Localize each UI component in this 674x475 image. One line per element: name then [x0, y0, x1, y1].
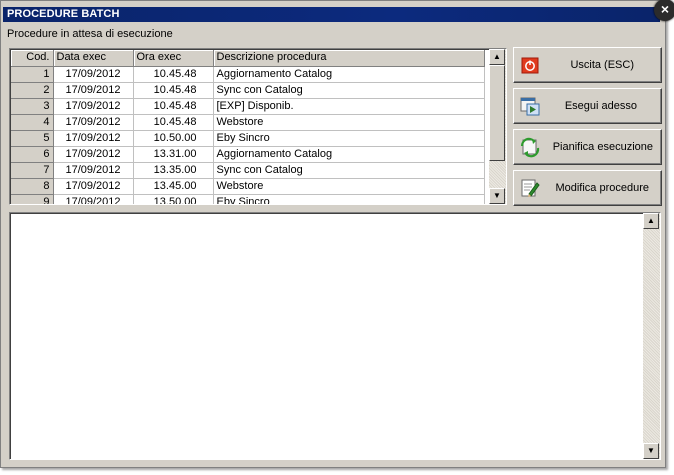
- log-scroll-down-icon[interactable]: ▼: [643, 443, 659, 459]
- cell-descrizione: Sync con Catalog: [213, 82, 485, 99]
- grid-row[interactable]: 4 17/09/2012 10.45.48 Webstore: [11, 114, 485, 131]
- grid-row[interactable]: 2 17/09/2012 10.45.48 Sync con Catalog: [11, 82, 485, 99]
- column-header-descrizione[interactable]: Descrizione procedura: [213, 50, 485, 67]
- cell-data-exec: 17/09/2012: [53, 114, 134, 131]
- procedures-grid[interactable]: Cod. Data exec Ora exec Descrizione proc…: [9, 48, 507, 205]
- cell-data-exec: 17/09/2012: [53, 130, 134, 147]
- column-header-cod[interactable]: Cod.: [11, 50, 54, 67]
- cell-data-exec: 17/09/2012: [53, 82, 134, 99]
- run-now-button[interactable]: Esegui adesso: [513, 88, 662, 124]
- cell-descrizione: Webstore: [213, 114, 485, 131]
- schedule-refresh-icon: [520, 137, 540, 158]
- cell-ora-exec: 10.45.48: [133, 98, 214, 115]
- column-header-ora-exec[interactable]: Ora exec: [133, 50, 214, 67]
- cell-data-exec: 17/09/2012: [53, 178, 134, 195]
- scroll-thumb[interactable]: [489, 65, 505, 161]
- cell-cod: 3: [11, 98, 54, 115]
- pending-procedures-label: Procedure in attesa di esecuzione: [7, 28, 173, 40]
- cell-descrizione: Webstore: [213, 178, 485, 195]
- cell-cod: 4: [11, 114, 54, 131]
- cell-ora-exec: 10.45.48: [133, 114, 214, 131]
- cell-data-exec: 17/09/2012: [53, 194, 134, 204]
- cell-ora-exec: 13.50.00: [133, 194, 214, 204]
- grid-vertical-scrollbar[interactable]: ▲ ▼: [489, 49, 506, 204]
- procedures-table: Cod. Data exec Ora exec Descrizione proc…: [11, 50, 485, 204]
- cell-data-exec: 17/09/2012: [53, 66, 134, 83]
- cell-descrizione: Sync con Catalog: [213, 162, 485, 179]
- cell-data-exec: 17/09/2012: [53, 146, 134, 163]
- cell-ora-exec: 13.35.00: [133, 162, 214, 179]
- cell-descrizione: Eby Sincro: [213, 130, 485, 147]
- cell-data-exec: 17/09/2012: [53, 162, 134, 179]
- cell-cod: 8: [11, 178, 54, 195]
- cell-ora-exec: 13.31.00: [133, 146, 214, 163]
- cell-ora-exec: 10.45.48: [133, 82, 214, 99]
- execution-log-textarea[interactable]: ▲ ▼: [9, 212, 661, 460]
- cell-cod: 9: [11, 194, 54, 204]
- exit-button[interactable]: Uscita (ESC): [513, 47, 662, 83]
- window-title: PROCEDURE BATCH: [3, 7, 660, 22]
- cell-cod: 2: [11, 82, 54, 99]
- grid-row[interactable]: 7 17/09/2012 13.35.00 Sync con Catalog: [11, 162, 485, 179]
- power-off-icon: [521, 57, 539, 74]
- schedule-button[interactable]: Pianifica esecuzione: [513, 129, 662, 165]
- run-now-button-label: Esegui adesso: [564, 100, 637, 112]
- close-icon[interactable]: ×: [654, 0, 674, 21]
- grid-row[interactable]: 5 17/09/2012 10.50.00 Eby Sincro: [11, 130, 485, 147]
- cell-descrizione: Aggiornamento Catalog: [213, 146, 485, 163]
- log-scroll-up-icon[interactable]: ▲: [643, 213, 659, 229]
- scroll-up-icon[interactable]: ▲: [489, 49, 505, 65]
- grid-row[interactable]: 1 17/09/2012 10.45.48 Aggiornamento Catalog: [11, 66, 485, 83]
- cell-data-exec: 17/09/2012: [53, 98, 134, 115]
- cell-cod: 6: [11, 146, 54, 163]
- cell-descrizione: Eby Sincro: [213, 194, 485, 204]
- edit-procedures-button[interactable]: Modifica procedure: [513, 170, 662, 206]
- grid-row[interactable]: 9 17/09/2012 13.50.00 Eby Sincro: [11, 194, 485, 204]
- column-header-data-exec[interactable]: Data exec: [53, 50, 134, 67]
- grid-row[interactable]: 8 17/09/2012 13.45.00 Webstore: [11, 178, 485, 195]
- edit-procedures-button-label: Modifica procedure: [555, 182, 649, 194]
- cell-cod: 5: [11, 130, 54, 147]
- grid-row[interactable]: 6 17/09/2012 13.31.00 Aggiornamento Catalog: [11, 146, 485, 163]
- cell-ora-exec: 10.45.48: [133, 66, 214, 83]
- cell-cod: 7: [11, 162, 54, 179]
- edit-document-icon: [521, 179, 540, 197]
- run-program-icon: [520, 97, 540, 116]
- grid-row[interactable]: 3 17/09/2012 10.45.48 [EXP] Disponib.: [11, 98, 485, 115]
- cell-cod: 1: [11, 66, 54, 83]
- cell-descrizione: [EXP] Disponib.: [213, 98, 485, 115]
- grid-header-row: Cod. Data exec Ora exec Descrizione proc…: [11, 50, 485, 67]
- log-vertical-scrollbar[interactable]: ▲ ▼: [643, 213, 660, 459]
- cell-descrizione: Aggiornamento Catalog: [213, 66, 485, 83]
- schedule-button-label: Pianifica esecuzione: [552, 141, 653, 153]
- cell-ora-exec: 10.50.00: [133, 130, 214, 147]
- procedure-batch-window: PROCEDURE BATCH Procedure in attesa di e…: [0, 0, 666, 468]
- scroll-down-icon[interactable]: ▼: [489, 188, 505, 204]
- exit-button-label: Uscita (ESC): [570, 59, 634, 71]
- cell-ora-exec: 13.45.00: [133, 178, 214, 195]
